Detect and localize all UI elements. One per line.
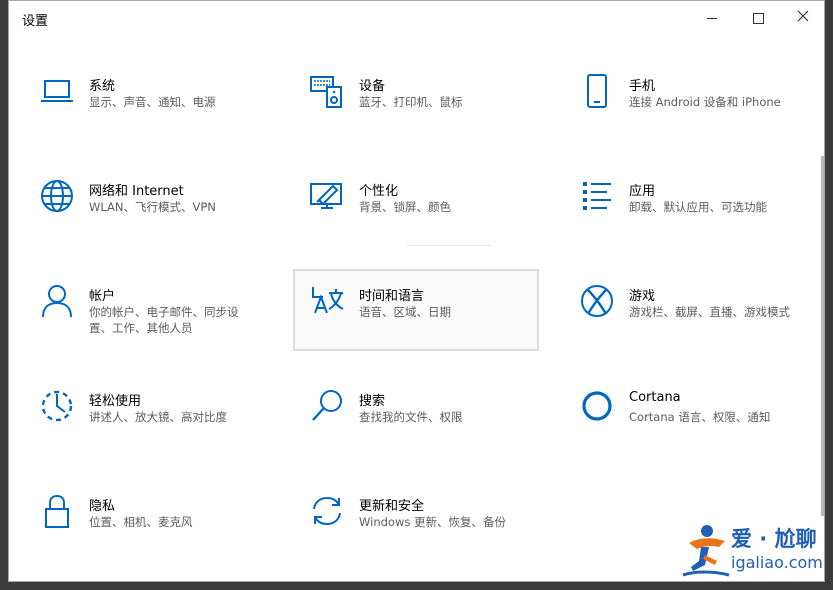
settings-window: 设置 系统 显示、声音、通知、电源 设备 蓝牙、打印机、鼠标 手机 连接 And… [8, 0, 825, 582]
tile-apps[interactable]: 应用 卸载、默认应用、可选功能 [551, 164, 797, 246]
tile-desc: WLAN、飞行模式、VPN [89, 200, 216, 214]
minimize-button[interactable] [689, 1, 735, 35]
scrollbar[interactable] [821, 156, 824, 516]
phone-icon [579, 73, 615, 109]
devices-icon [309, 73, 345, 109]
tile-cortana[interactable]: Cortana Cortana 语言、权限、通知 [551, 374, 797, 456]
globe-icon [39, 178, 75, 214]
tile-devices[interactable]: 设备 蓝牙、打印机、鼠标 [281, 59, 527, 141]
xbox-icon [579, 283, 615, 319]
tile-name: 个性化 [359, 184, 399, 199]
tile-desc: 蓝牙、打印机、鼠标 [359, 95, 463, 109]
tile-network[interactable]: 网络和 Internet WLAN、飞行模式、VPN [11, 164, 257, 246]
close-icon [797, 10, 809, 26]
ease-of-access-icon [39, 388, 75, 424]
tile-ease-of-access[interactable]: 轻松使用 讲述人、放大镜、高对比度 [11, 374, 257, 456]
tile-name: 搜索 [359, 394, 386, 409]
tile-name: 帐户 [89, 289, 116, 304]
laptop-icon [39, 73, 75, 109]
tile-personalization[interactable]: 个性化 背景、锁屏、颜色 [281, 164, 527, 246]
minimize-icon [707, 17, 717, 19]
watermark: 爱 · 尬聊 igaliao.com [679, 517, 824, 581]
tile-system[interactable]: 系统 显示、声音、通知、电源 [11, 59, 257, 141]
tile-name: 系统 [89, 79, 116, 94]
tile-desc: Cortana 语言、权限、通知 [629, 410, 771, 424]
tile-desc: 查找我的文件、权限 [359, 410, 463, 424]
tile-name: 手机 [629, 79, 656, 94]
search-icon [309, 388, 345, 424]
mascot-icon [679, 521, 731, 579]
tile-desc: 显示、声音、通知、电源 [89, 95, 216, 109]
tile-name: 网络和 Internet [89, 184, 184, 199]
tile-name: 应用 [629, 184, 656, 199]
lock-icon [39, 493, 75, 529]
tile-name: 更新和安全 [359, 499, 425, 514]
title-bar: 设置 [9, 1, 824, 35]
tile-desc: 语音、区域、日期 [359, 305, 451, 319]
tile-desc: 游戏栏、截屏、直播、游戏模式 [629, 305, 790, 319]
tile-time-language[interactable]: 时间和语言 语音、区域、日期 [293, 269, 539, 351]
watermark-en: igaliao.com [731, 553, 823, 572]
tile-update-security[interactable]: 更新和安全 Windows 更新、恢复、备份 [281, 479, 527, 561]
cortana-icon [579, 388, 615, 424]
tile-name: Cortana [629, 390, 681, 405]
apps-list-icon [579, 178, 615, 214]
tile-desc: Windows 更新、恢复、备份 [359, 515, 506, 529]
time-language-icon [309, 283, 345, 319]
tile-name: 设备 [359, 79, 386, 94]
watermark-cn: 爱 · 尬聊 [731, 527, 817, 551]
close-button[interactable] [780, 1, 824, 35]
tile-desc: 卸载、默认应用、可选功能 [629, 200, 767, 214]
tile-privacy[interactable]: 隐私 位置、相机、麦克风 [11, 479, 257, 561]
personalization-icon [309, 178, 345, 214]
tile-search[interactable]: 搜索 查找我的文件、权限 [281, 374, 527, 456]
tile-name: 轻松使用 [89, 394, 142, 409]
tile-accounts[interactable]: 帐户 你的帐户、电子邮件、同步设置、工作、其他人员 [11, 269, 257, 351]
tile-desc: 背景、锁屏、颜色 [359, 200, 451, 214]
tile-gaming[interactable]: 游戏 游戏栏、截屏、直播、游戏模式 [551, 269, 797, 351]
maximize-icon [752, 12, 764, 24]
tile-name: 时间和语言 [359, 289, 425, 304]
tile-desc: 讲述人、放大镜、高对比度 [89, 410, 227, 424]
tile-desc: 你的帐户、电子邮件、同步设置、工作、其他人员 [89, 305, 239, 335]
tile-phone[interactable]: 手机 连接 Android 设备和 iPhone [551, 59, 797, 141]
person-icon [39, 283, 75, 319]
tile-name: 游戏 [629, 289, 656, 304]
tile-desc: 位置、相机、麦克风 [89, 515, 193, 529]
window-title: 设置 [22, 14, 49, 29]
update-sync-icon [309, 493, 345, 529]
tile-desc: 连接 Android 设备和 iPhone [629, 95, 781, 109]
tile-name: 隐私 [89, 499, 116, 514]
maximize-button[interactable] [735, 1, 781, 35]
